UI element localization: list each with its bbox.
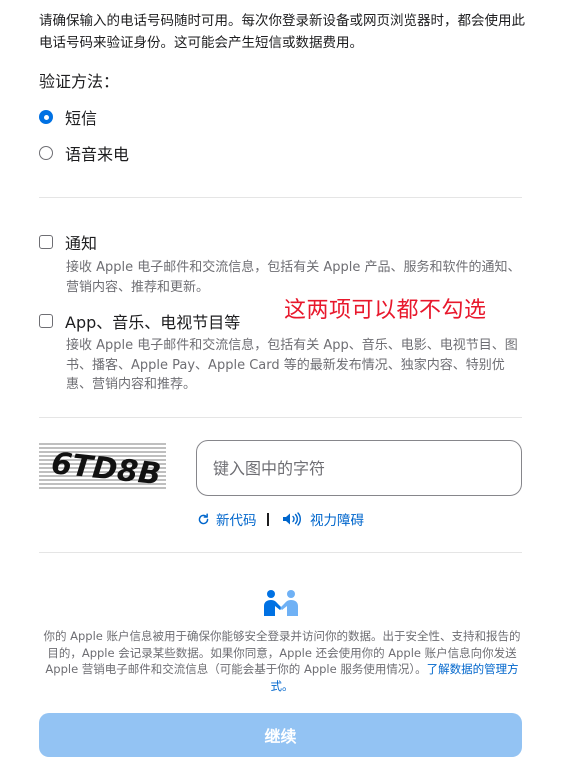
checkbox-apps-music-tv-control[interactable] (39, 314, 53, 328)
link-separator (267, 513, 269, 526)
checkbox-notifications-control[interactable] (39, 235, 53, 249)
new-code-label: 新代码 (216, 513, 257, 529)
annotation-note: 这两项可以都不勾选 (284, 298, 487, 323)
checkbox-apps-music-tv-label: App、音乐、电视节目等 (65, 313, 241, 332)
apps-music-tv-description: 接收 Apple 电子邮件和交流信息，包括有关 App、音乐、电影、电视节目、图… (66, 338, 518, 392)
new-code-link[interactable]: 新代码 (197, 509, 257, 529)
divider (39, 552, 522, 553)
checkbox-notifications-label: 通知 (65, 234, 98, 253)
divider (39, 197, 522, 198)
divider (39, 417, 522, 418)
captcha-input[interactable] (196, 440, 522, 496)
refresh-icon (197, 512, 210, 526)
radio-voice-call-label: 语音来电 (65, 145, 130, 164)
checkbox-notifications[interactable]: 通知 (39, 230, 97, 254)
captcha-image: 6TD8B (39, 440, 166, 493)
speaker-icon (282, 512, 304, 526)
radio-voice-call-control[interactable] (39, 146, 53, 160)
vision-impaired-label: 视力障碍 (310, 513, 364, 529)
handshake-people-icon (262, 588, 300, 622)
checkbox-apps-music-tv[interactable]: App、音乐、电视节目等 (39, 309, 240, 333)
radio-sms-label: 短信 (65, 109, 98, 128)
radio-sms[interactable]: 短信 (39, 105, 97, 129)
radio-voice-call[interactable]: 语音来电 (39, 141, 129, 165)
privacy-statement: 你的 Apple 账户信息被用于确保你能够安全登录并访问你的数据。出于安全性、支… (42, 628, 522, 694)
continue-button[interactable]: 继续 (39, 713, 522, 757)
captcha-text: 6TD8B (50, 446, 163, 492)
vision-impaired-link[interactable]: 视力障碍 (282, 509, 364, 529)
verification-method-title: 验证方法： (39, 72, 120, 91)
radio-sms-control[interactable] (39, 110, 53, 124)
intro-text: 请确保输入的电话号码随时可用。每次你登录新设备或网页浏览器时，都会使用此电话号码… (39, 13, 525, 51)
